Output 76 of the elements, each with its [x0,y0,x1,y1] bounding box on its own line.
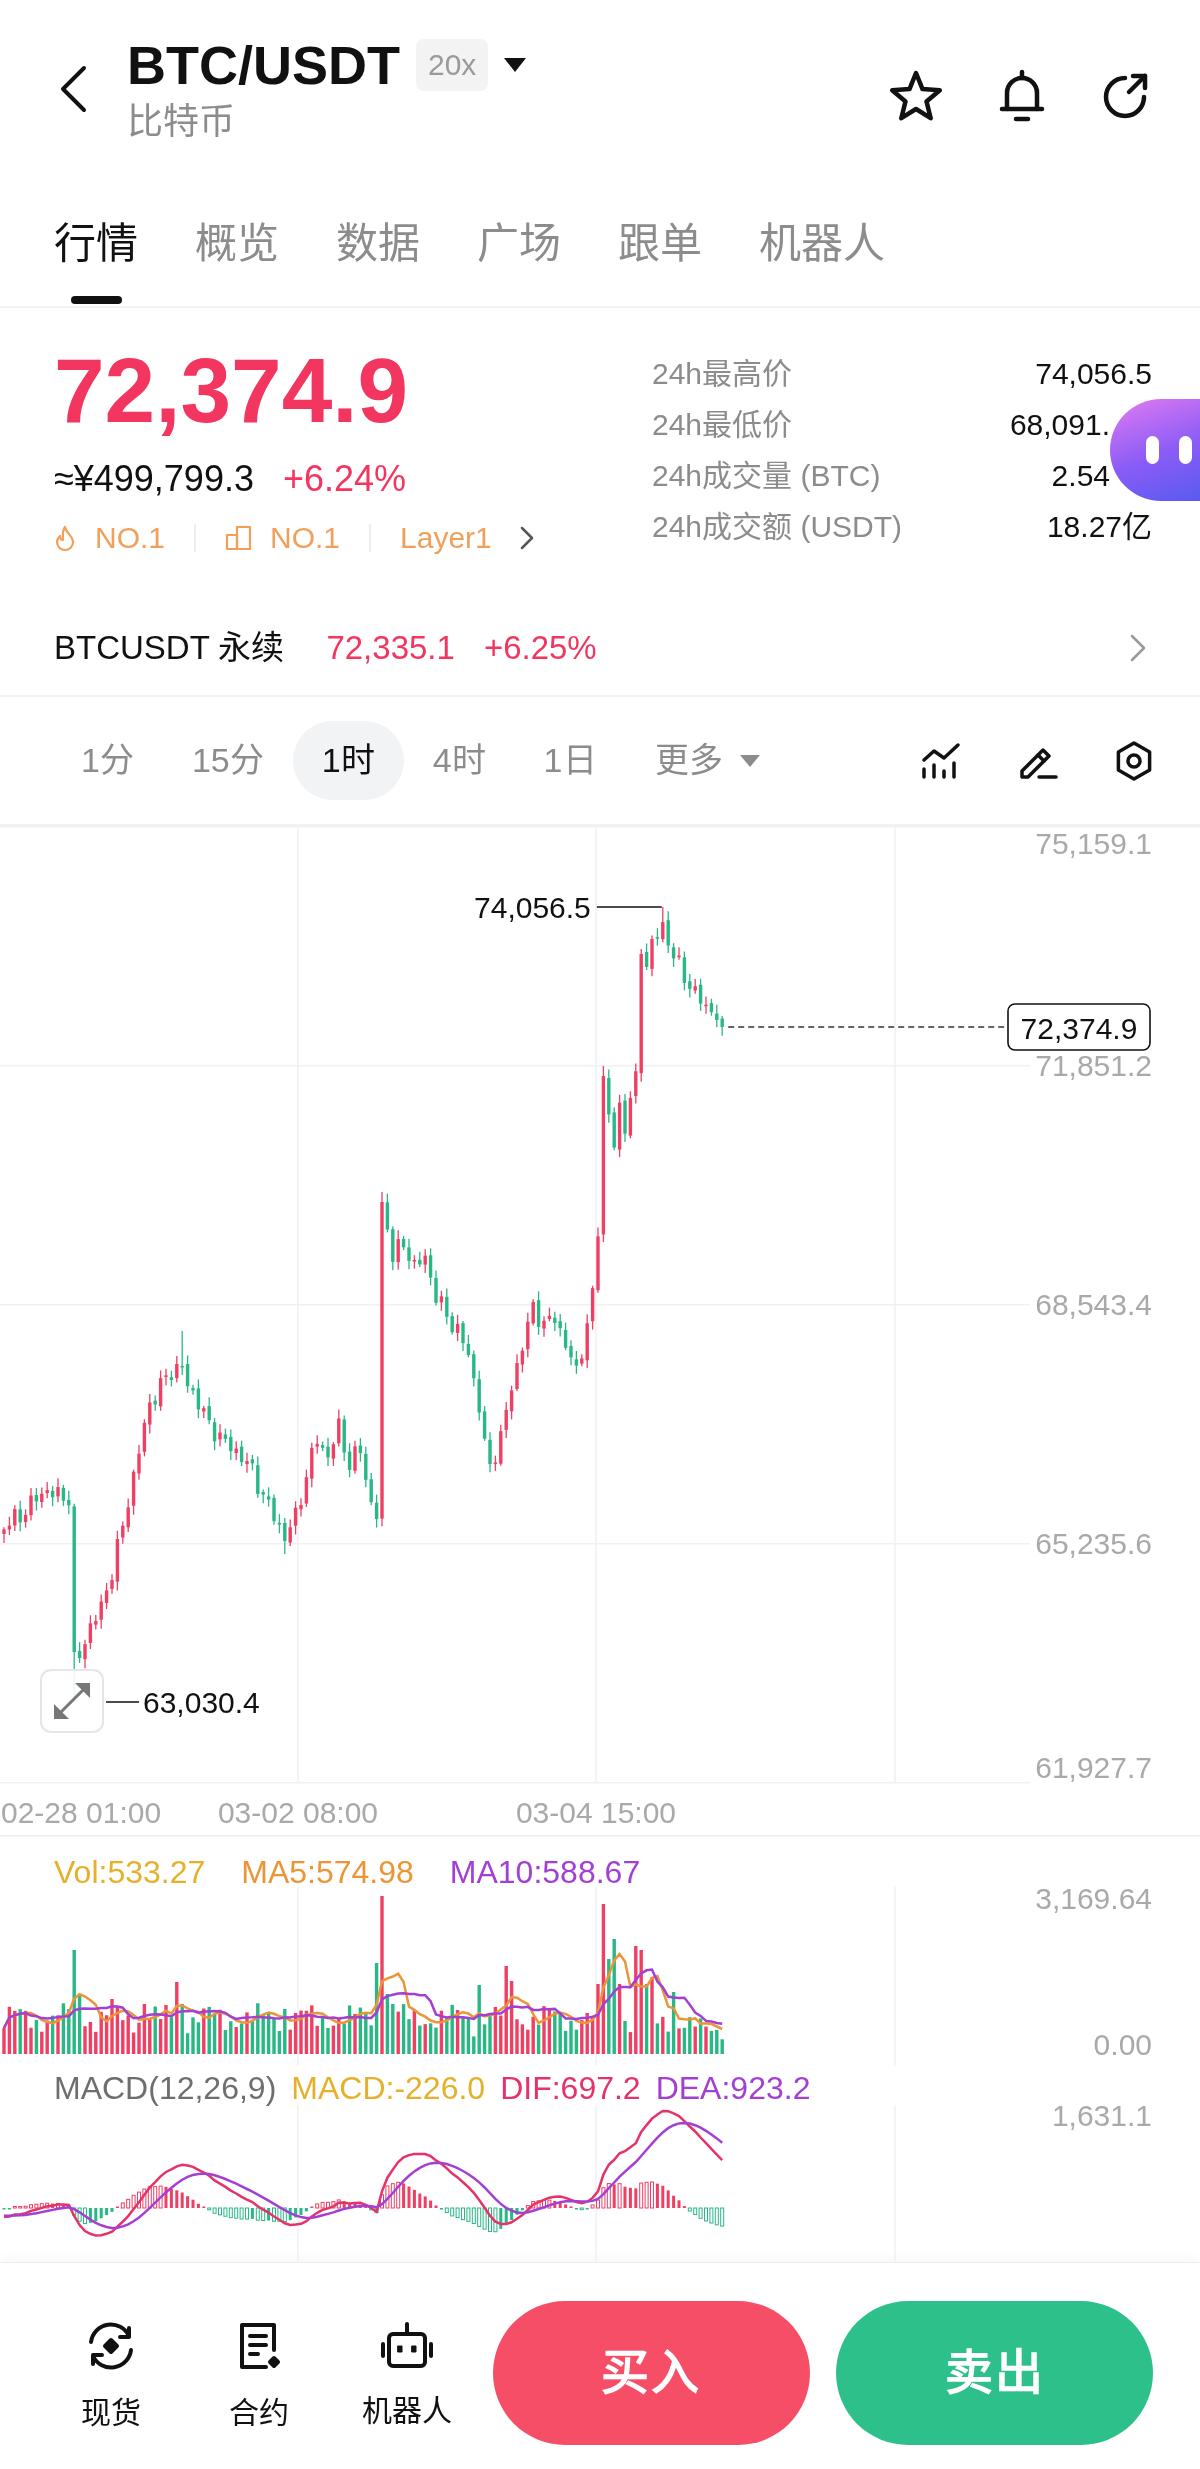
stat-value: 2.54 [1051,458,1110,494]
fiat-price: ≈¥499,799.3 [54,457,254,501]
floating-assistant-button[interactable] [1110,399,1200,501]
volume-legend-label: Vol:533.27 [54,1854,206,1890]
volume-legend-label: MA10:588.67 [449,1854,641,1890]
stat-label: 24h成交额 (USDT) [652,509,903,545]
interval-tab[interactable]: 4时 [403,721,515,800]
buy-button[interactable]: 买入 [492,2301,811,2445]
interval-tab[interactable]: 更多 [625,721,789,800]
macd-legend-label: DIF:697.2 [500,2070,641,2106]
interval-tab[interactable]: 15分 [162,721,293,800]
bottom-nav-item[interactable]: 机器人 [332,2301,481,2429]
macd-legend-label: DEA:923.2 [655,2070,811,2106]
eyes-icon [1146,436,1192,464]
bottom-nav-item[interactable]: 现货 [37,2301,185,2431]
price-axis-label: 65,235.6 [1035,1526,1152,1560]
price-axis-label: 71,851.2 [1035,1048,1152,1082]
macd-legend-label: MACD(12,26,9) [54,2070,277,2106]
low-price-label: 63,030.4 [143,1685,260,1719]
high-price-label: 74,056.5 [474,890,591,924]
time-axis-label: 03-02 08:00 [217,1795,379,1829]
caret-down-icon[interactable] [504,58,527,72]
sell-button[interactable]: 卖出 [836,2301,1153,2445]
bell-icon[interactable] [998,68,1046,124]
low-leader-line [105,1701,140,1703]
pair-subtitle: 比特币 [127,100,236,144]
expand-icon [54,1683,90,1719]
time-axis-label: 02-28 01:00 [1,1795,162,1829]
tab[interactable]: 机器人 [759,219,885,306]
flame-icon [54,524,76,552]
interval-tab[interactable]: 1时 [292,721,404,800]
price-axis-label: 61,927.7 [1035,1750,1152,1784]
macd-legend-label: MACD:-226.0 [291,2070,486,2106]
category-tag[interactable]: Layer1 [400,518,534,558]
chevron-right-icon[interactable] [1130,633,1146,662]
back-icon[interactable] [58,65,88,113]
price-axis-label: 75,159.1 [1035,826,1152,860]
interval-tab[interactable]: 1日 [514,721,626,800]
perpetual-price: 72,335.1 [326,627,455,668]
stat-label: 24h最高价 [652,356,793,392]
robot-icon [379,2320,434,2370]
settings-icon[interactable] [1114,739,1154,782]
tab[interactable]: 概览 [195,219,279,306]
expand-button[interactable] [40,1669,104,1733]
price-axis-label: 68,543.4 [1035,1287,1152,1321]
tab[interactable]: 跟单 [618,219,702,306]
stat-label: 24h最低价 [652,407,793,443]
price-change: +6.24% [282,457,407,501]
tab[interactable]: 广场 [477,219,561,306]
stat-value: 74,056.5 [1035,356,1152,392]
volume-legend-label: MA5:574.98 [241,1854,414,1890]
sector-rank-tag[interactable]: NO.1 [225,518,341,558]
star-icon[interactable] [888,70,944,122]
perpetual-name[interactable]: BTCUSDT 永续 [54,622,285,673]
stat-value: 18.27亿 [1046,509,1152,545]
interval-tab[interactable]: 1分 [52,721,163,800]
tab[interactable]: 数据 [336,219,420,306]
pair-title: BTC/USDT [127,34,400,96]
volume-axis-label: 0.00 [1093,2027,1152,2061]
caret-down-icon [739,754,760,767]
volume-axis-label: 3,169.64 [1035,1881,1152,1915]
time-axis-label: 03-04 15:00 [515,1795,677,1829]
stat-label: 24h成交量 (BTC) [652,458,881,494]
leverage-badge[interactable]: 20x [416,39,489,91]
high-leader-line [596,906,663,908]
last-price: 72,374.9 [54,345,410,436]
indicator-chart-icon[interactable] [920,741,962,780]
hot-rank-tag[interactable]: NO.1 [54,518,166,558]
tab[interactable]: 行情 [54,219,138,306]
bar-chart-icon [225,525,254,551]
bottom-nav-item[interactable]: 合约 [184,2301,333,2431]
last-price-tag: 72,374.9 [1007,1003,1151,1051]
macd-axis-label: 1,631.1 [1051,2098,1152,2132]
stat-value: 68,091. [1009,407,1110,443]
perpetual-change: +6.25% [483,627,597,668]
chevron-right-icon [519,526,534,550]
